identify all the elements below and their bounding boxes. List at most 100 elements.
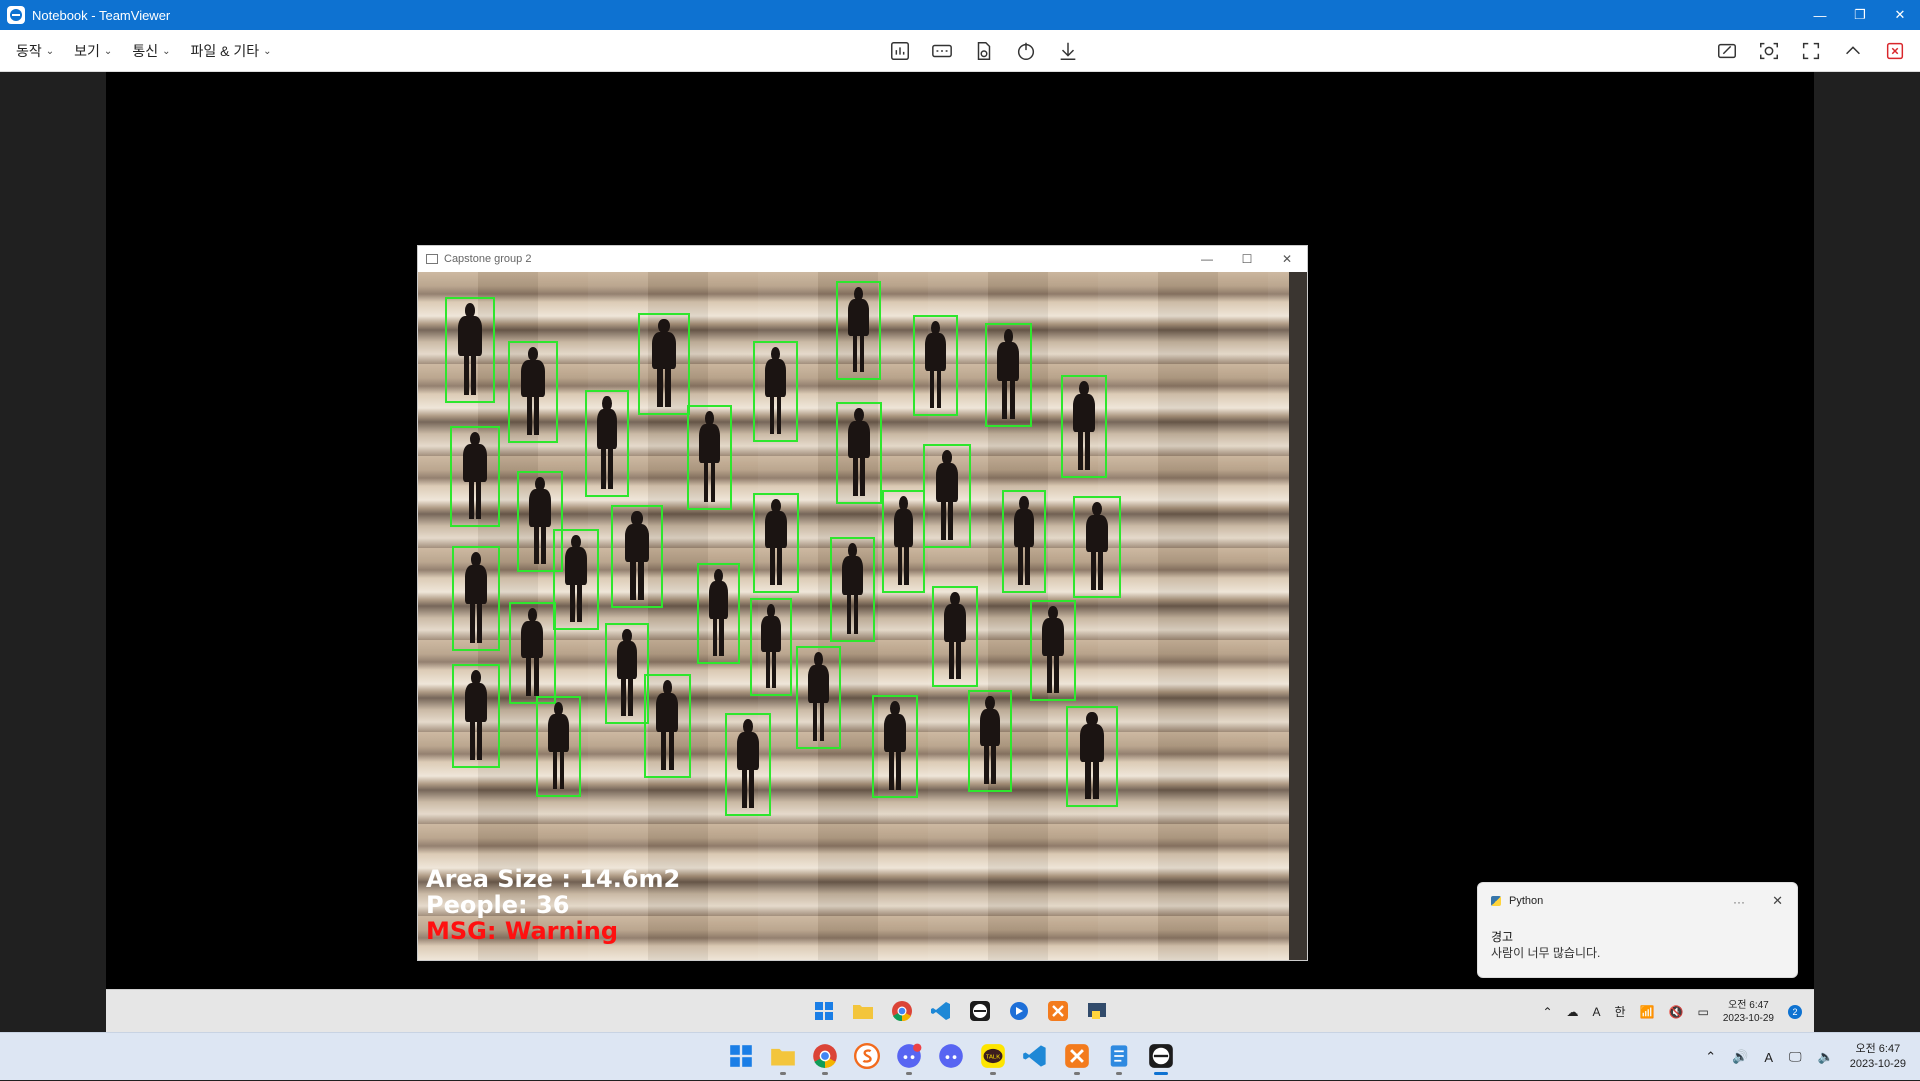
end-session-button[interactable] — [1880, 36, 1910, 66]
teamviewer-icon — [970, 1001, 990, 1021]
capstone-maximize-button[interactable]: ☐ — [1227, 252, 1267, 266]
person-detection-box — [882, 490, 925, 593]
running-indicator — [990, 1072, 996, 1075]
start-button[interactable] — [726, 1041, 756, 1071]
onedrive-icon[interactable]: ☁ — [1567, 1005, 1579, 1019]
power-button[interactable] — [1011, 36, 1041, 66]
explorer-button[interactable] — [768, 1041, 798, 1075]
battery-icon[interactable]: ▭ — [1698, 1005, 1709, 1019]
network-icon[interactable]: 📶 — [1640, 1005, 1655, 1019]
person-detection-box — [611, 505, 663, 608]
minimize-button[interactable]: — — [1800, 0, 1840, 30]
capstone-close-button[interactable]: ✕ — [1267, 252, 1307, 266]
whiteboard-icon — [1718, 43, 1736, 59]
xampp-button[interactable] — [1062, 1041, 1092, 1075]
discord-notify-button[interactable] — [894, 1041, 924, 1075]
remote-app-button[interactable] — [1004, 996, 1034, 1026]
ime-indicator[interactable]: A — [1764, 1050, 1773, 1065]
local-taskbar: TALK ⌃ 🔊 A 🖵 🔈 오전 6:47 2023-10-29 — [0, 1032, 1920, 1080]
local-clock[interactable]: 오전 6:47 2023-10-29 — [1850, 1042, 1906, 1072]
restore-button[interactable]: ❐ — [1840, 0, 1880, 30]
running-indicator — [1074, 1072, 1080, 1075]
remote-explorer-button[interactable] — [848, 996, 878, 1026]
remote-clock[interactable]: 오전 6:47 2023-10-29 — [1723, 999, 1774, 1025]
notification-count-badge[interactable]: 2 — [1788, 1004, 1802, 1019]
running-indicator — [1116, 1072, 1122, 1075]
chevron-down-icon: ⌄ — [263, 45, 272, 57]
menu-communicate[interactable]: 통신 ⌄ — [132, 41, 170, 61]
vscode-icon — [931, 1002, 950, 1020]
discord-button[interactable] — [936, 1041, 966, 1071]
remote-python-button[interactable] — [1082, 996, 1112, 1026]
python-notification[interactable]: Python ··· ✕ 경고 사람이 너무 많습니다. — [1477, 882, 1798, 978]
discord-badge-icon — [897, 1043, 922, 1068]
capstone-minimize-button[interactable]: — — [1187, 252, 1227, 266]
fullscreen-button[interactable] — [1796, 36, 1826, 66]
notepad-button[interactable] — [1104, 1041, 1134, 1075]
file-explorer-icon — [771, 1048, 795, 1066]
teamviewer-icon — [1149, 1044, 1173, 1068]
remote-start-button[interactable] — [809, 996, 839, 1026]
whiteboard-button[interactable] — [1712, 36, 1742, 66]
person-silhouette — [995, 329, 1023, 421]
person-detection-box — [1073, 496, 1121, 598]
show-hidden-icons-icon[interactable]: ⌃ — [1705, 1049, 1716, 1065]
person-detection-box — [836, 402, 882, 504]
remote-vscode-button[interactable] — [926, 996, 956, 1026]
menu-files-extras[interactable]: 파일 & 기타 ⌄ — [190, 41, 271, 61]
remote-xampp-button[interactable] — [1043, 996, 1073, 1026]
menu-view[interactable]: 보기 ⌄ — [74, 41, 112, 61]
remote-teamviewer-button[interactable] — [965, 996, 995, 1026]
person-silhouette — [519, 607, 547, 698]
window-controls: — ❐ ✕ — [1800, 0, 1920, 30]
teamviewer-button[interactable] — [1146, 1041, 1176, 1075]
display-icon[interactable]: 🖵 — [1789, 1049, 1802, 1065]
person-silhouette — [594, 396, 620, 491]
person-silhouette — [1071, 380, 1098, 472]
close-button[interactable]: ✕ — [1880, 0, 1920, 30]
person-silhouette — [460, 431, 489, 521]
chrome-icon — [813, 1044, 837, 1068]
notification-close-button[interactable]: ✕ — [1772, 893, 1783, 909]
show-hidden-icons-icon[interactable]: ⌃ — [1542, 1005, 1552, 1019]
chrome-button[interactable] — [810, 1041, 840, 1075]
person-silhouette — [845, 286, 871, 374]
notification-more-button[interactable]: ··· — [1733, 895, 1745, 909]
volume-muted-icon[interactable]: 🔇 — [1669, 1005, 1684, 1019]
person-detection-box — [687, 405, 732, 510]
capstone-window[interactable]: Capstone group 2 — ☐ ✕ Area Size : 14.6m… — [417, 245, 1308, 961]
language-indicator[interactable]: 한 — [1615, 1003, 1626, 1020]
remote-input-icon — [932, 44, 952, 58]
file-transfer-button[interactable] — [969, 36, 999, 66]
fullscreen-icon — [1802, 42, 1820, 60]
running-indicator — [906, 1072, 912, 1075]
window-title: Notebook - TeamViewer — [32, 7, 171, 23]
app-s-button[interactable] — [852, 1041, 882, 1071]
local-time: 오전 6:47 — [1855, 1043, 1901, 1055]
remote-time: 오전 6:47 — [1728, 999, 1769, 1011]
speaker-icon[interactable]: 🔊 — [1732, 1049, 1748, 1065]
notification-body: 사람이 너무 많습니다. — [1491, 946, 1601, 960]
capstone-titlebar[interactable]: Capstone group 2 — ☐ ✕ — [418, 246, 1307, 272]
kakaotalk-button[interactable]: TALK — [978, 1041, 1008, 1075]
vscode-button[interactable] — [1020, 1041, 1050, 1071]
person-silhouette — [462, 552, 490, 645]
volume-icon[interactable]: 🔈 — [1818, 1049, 1834, 1065]
collapse-toolbar-button[interactable] — [1838, 36, 1868, 66]
python-icon — [1088, 1003, 1106, 1019]
download-icon — [1060, 42, 1076, 60]
dashboard-button[interactable] — [885, 36, 915, 66]
person-detection-box — [872, 695, 918, 798]
menu-action[interactable]: 동작 ⌄ — [16, 41, 54, 61]
xampp-icon — [1065, 1044, 1089, 1068]
chevron-down-icon: ⌄ — [45, 45, 55, 57]
download-button[interactable] — [1053, 36, 1083, 66]
remote-input-button[interactable] — [927, 36, 957, 66]
remote-chrome-button[interactable] — [887, 996, 917, 1026]
warning-message-text: MSG: Warning — [426, 917, 619, 945]
vscode-icon — [1023, 1045, 1046, 1067]
screenshot-button[interactable] — [1754, 36, 1784, 66]
detection-overlay: Area Size : 14.6m2 People: 36 MSG: Warni… — [426, 866, 680, 944]
ime-indicator[interactable]: A — [1593, 1005, 1601, 1019]
person-silhouette — [1011, 495, 1037, 587]
